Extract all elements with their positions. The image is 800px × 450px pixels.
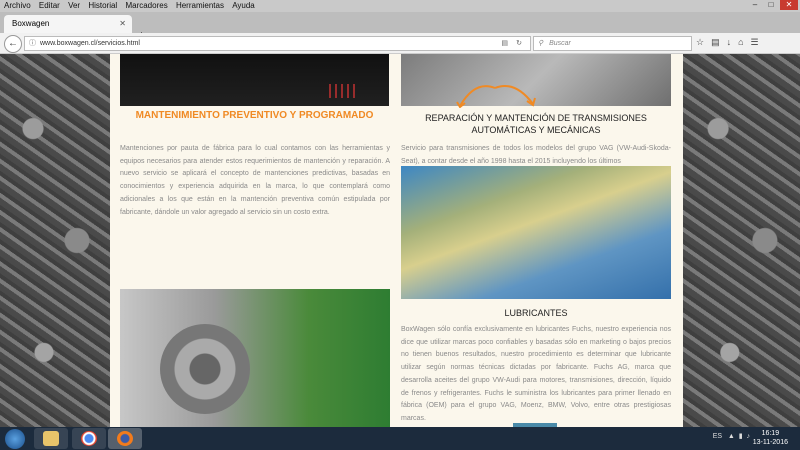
- clock[interactable]: 16:19 13-11-2016: [753, 429, 788, 447]
- network-icon[interactable]: ▮: [739, 433, 743, 440]
- taskbar-explorer[interactable]: [34, 428, 68, 449]
- url-bar[interactable]: ⓘ www.boxwagen.cl/servicios.html ▤ ↻: [24, 36, 531, 51]
- tab-close-icon[interactable]: ✕: [119, 15, 126, 33]
- heading-transmisiones: REPARACIÓN Y MANTENCIÓN DE TRANSMISIONES…: [425, 113, 647, 135]
- back-button[interactable]: ←: [4, 35, 22, 53]
- clutch-image: [120, 289, 390, 427]
- library-icon[interactable]: ▤: [711, 36, 720, 49]
- tab-bar: Boxwagen ✕ +: [0, 12, 800, 42]
- reader-view-icon[interactable]: ▤: [501, 37, 508, 50]
- search-icon: ⚲: [538, 40, 544, 47]
- text-mantenimiento: Mantenciones por pauta de fábrica para l…: [120, 145, 390, 216]
- content-column: MANTENIMIENTO PREVENTIVO Y PROGRAMADO RE…: [110, 54, 683, 427]
- window-controls: – □ ✕: [748, 0, 798, 12]
- download-icon[interactable]: ↓: [727, 36, 732, 49]
- close-icon[interactable]: ✕: [780, 0, 798, 10]
- tab-boxwagen[interactable]: Boxwagen ✕: [4, 15, 132, 33]
- text-transmisiones: Servicio para transmisiones de todos los…: [401, 145, 671, 165]
- firefox-icon: [117, 431, 133, 446]
- menu-archivo[interactable]: Archivo: [4, 1, 31, 10]
- site-info-icon[interactable]: ⓘ: [29, 40, 36, 47]
- orange-arrows-icon: [456, 85, 536, 108]
- search-input[interactable]: ⚲ Buscar: [533, 36, 692, 51]
- menu-herramientas[interactable]: Herramientas: [176, 1, 224, 10]
- heading-lubricantes: LUBRICANTES: [504, 308, 568, 318]
- menu-marcadores[interactable]: Marcadores: [125, 1, 167, 10]
- volume-icon[interactable]: ♪: [747, 433, 751, 440]
- bookmark-star-icon[interactable]: ☆: [696, 36, 704, 49]
- url-text: www.boxwagen.cl/servicios.html: [40, 40, 140, 47]
- tab-title: Boxwagen: [12, 19, 50, 28]
- menu-historial[interactable]: Historial: [88, 1, 117, 10]
- dashboard-image: [120, 54, 389, 106]
- hamburger-menu-icon[interactable]: ☰: [751, 36, 759, 49]
- text-lubricantes: BoxWagen sólo confía exclusivamente en l…: [401, 326, 671, 422]
- heading-mantenimiento: MANTENIMIENTO PREVENTIVO Y PROGRAMADO: [135, 110, 374, 121]
- home-icon[interactable]: ⌂: [738, 36, 743, 49]
- tray-up-icon[interactable]: ▲: [728, 433, 735, 440]
- chrome-icon: [81, 431, 97, 446]
- minimize-icon[interactable]: –: [748, 0, 762, 10]
- menu-ver[interactable]: Ver: [68, 1, 80, 10]
- clock-date: 13-11-2016: [752, 439, 788, 446]
- background-right: [683, 54, 800, 427]
- start-button[interactable]: [5, 429, 25, 449]
- background-left: [0, 54, 110, 427]
- reload-icon[interactable]: ↻: [516, 37, 522, 50]
- menu-bar: Archivo Editar Ver Historial Marcadores …: [0, 0, 800, 12]
- language-indicator[interactable]: ES: [713, 433, 722, 440]
- nav-bar: ← ⓘ www.boxwagen.cl/servicios.html ▤ ↻ ⚲ …: [0, 33, 800, 54]
- taskbar-firefox[interactable]: [108, 428, 142, 449]
- system-tray: ES ▲ ▮ ♪: [713, 432, 750, 440]
- taskbar-chrome[interactable]: [72, 428, 106, 449]
- web-page: MANTENIMIENTO PREVENTIVO Y PROGRAMADO RE…: [0, 54, 800, 427]
- taskbar: ES ▲ ▮ ♪ 16:19 13-11-2016: [0, 427, 800, 450]
- menu-ayuda[interactable]: Ayuda: [232, 1, 255, 10]
- lubricant-image: [401, 166, 671, 299]
- search-placeholder: Buscar: [549, 40, 571, 47]
- menu-editar[interactable]: Editar: [39, 1, 60, 10]
- toolbar-icons: ☆ ▤ ↓ ⌂ ☰: [696, 36, 759, 49]
- clock-time: 16:19: [761, 430, 780, 437]
- maximize-icon[interactable]: □: [764, 0, 778, 10]
- folder-icon: [43, 431, 59, 446]
